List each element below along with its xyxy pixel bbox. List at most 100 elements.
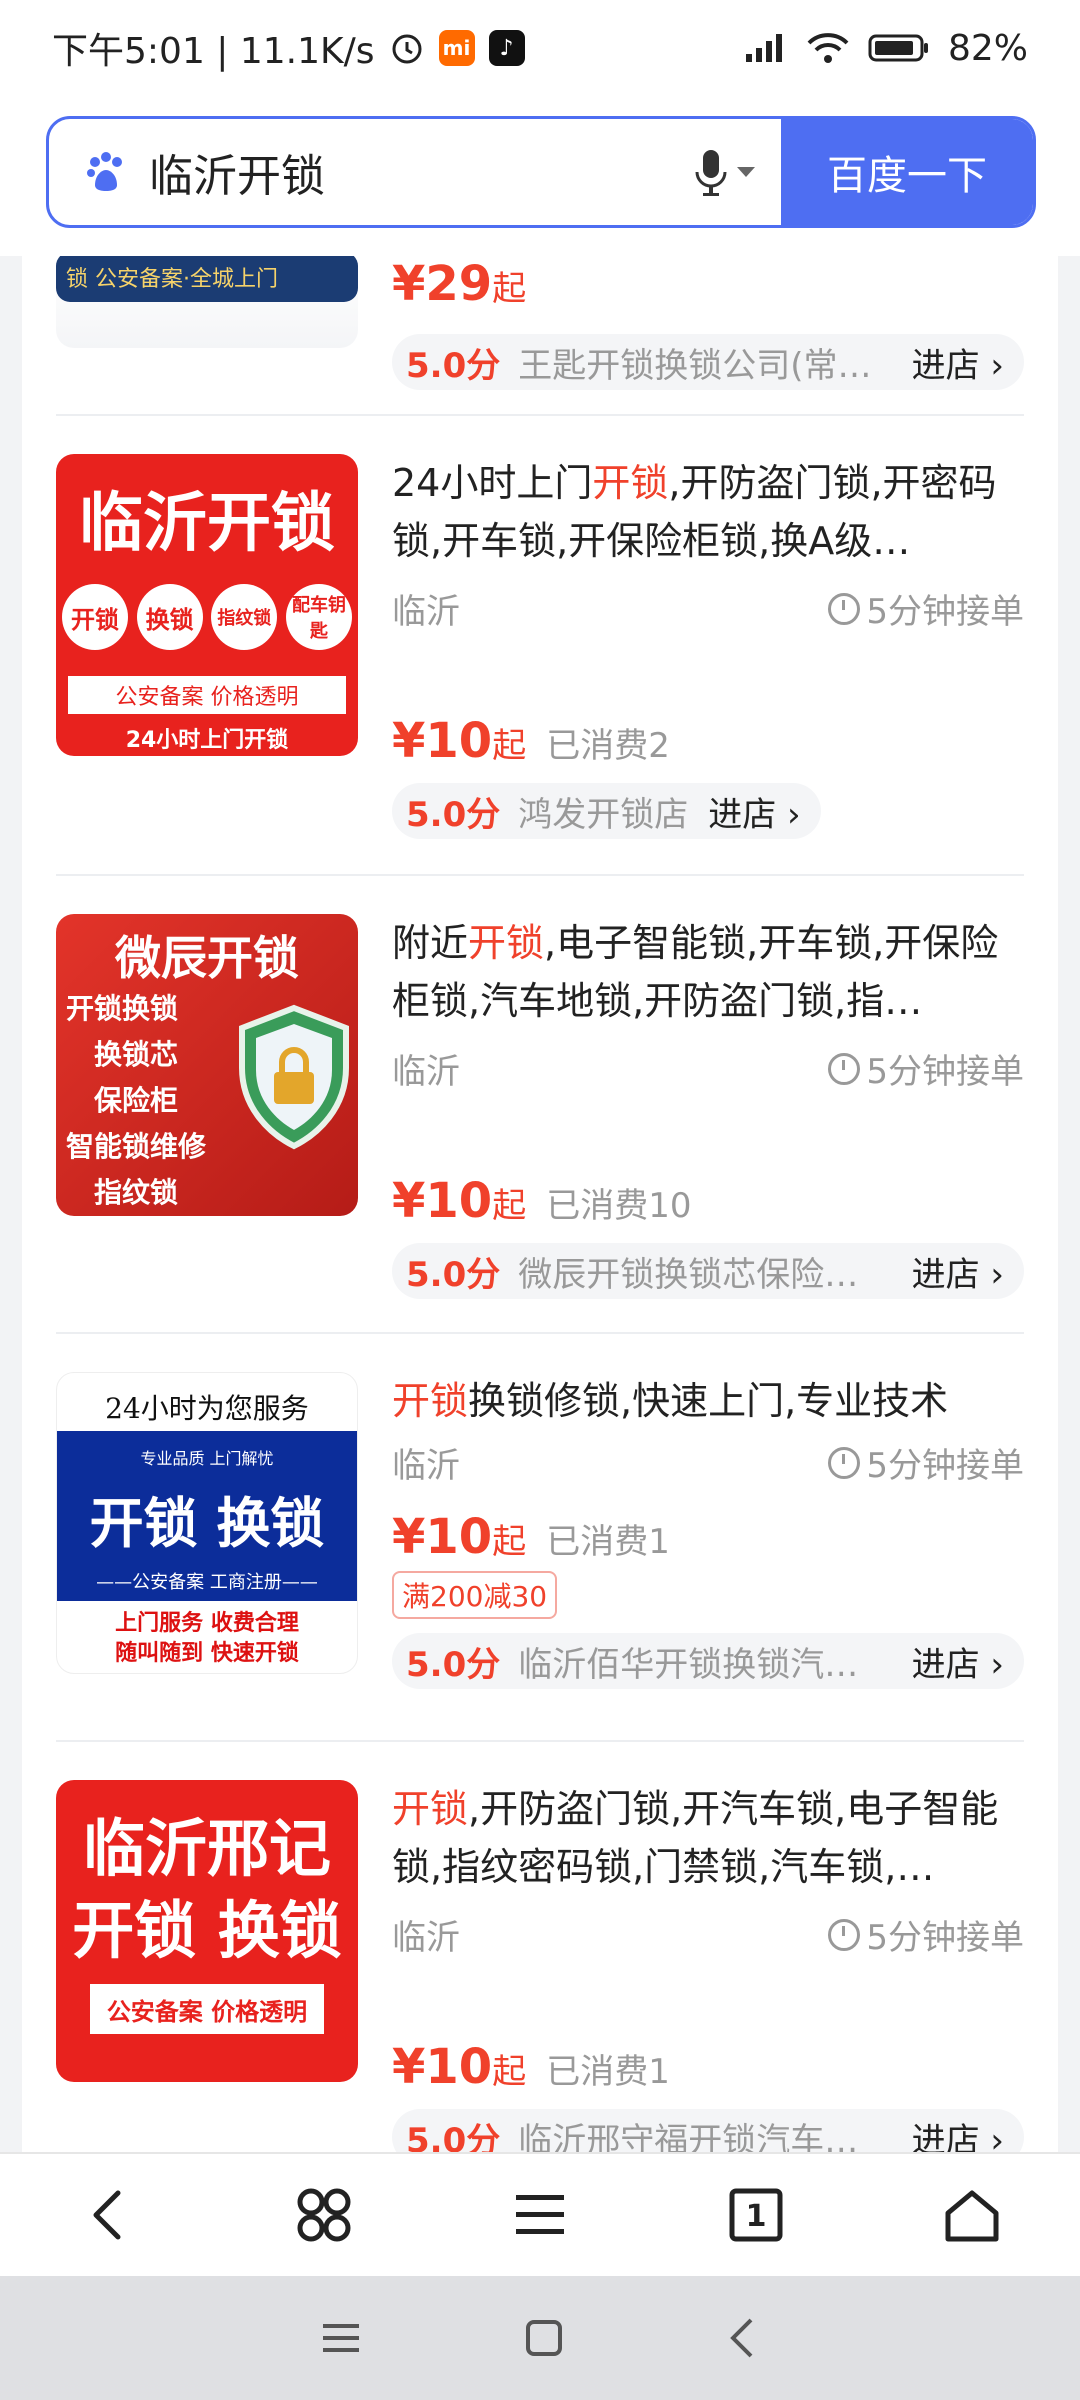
signal-icon [745,34,782,62]
thumbnail-footer: 24小时上门开锁 [125,728,289,753]
clock-icon [828,1446,861,1479]
thumbnail-circle: 配车钥匙 [285,584,352,650]
shield-lock-icon [239,1004,349,1150]
baidu-paw-icon [87,152,122,191]
shop-row[interactable]: 5.0分 临沂佰华开锁换锁汽… 进店 › [392,1633,1024,1689]
search-input[interactable]: 临沂开锁 [149,140,691,204]
thumbnail-title: 临沂开锁 [79,487,335,561]
shop-score: 5.0分 [406,794,501,835]
location-label: 临沂 [392,592,460,632]
eta-label: 5分钟接单 [828,1910,1024,1959]
thumbnail-line: 上门服务 收费合理 [115,1611,299,1636]
eta-label: 5分钟接单 [828,584,1024,633]
location-label: 临沂 [392,1052,460,1092]
home-button[interactable] [932,2175,1012,2255]
thumbnail-title: 临沂邢记 [82,1812,331,1885]
battery-level: 82% [947,27,1028,69]
shop-thumbnail: 临沂开锁 开锁 换锁 指纹锁 配车钥匙 公安备案 价格透明 24小时上门开锁 [56,454,358,756]
chevron-left-icon [93,2190,121,2240]
item-title[interactable]: 24小时上门开锁,开防盗门锁,开密码锁,开车锁,开保险柜锁,换A级… [392,454,1024,570]
eta-label: 5分钟接单 [828,1044,1024,1093]
location-label: 临沂 [392,1918,460,1958]
thumbnail-tag: 公安备案 价格透明 [68,676,346,714]
shop-score: 5.0分 [406,345,501,386]
shop-score: 5.0分 [406,2120,501,2153]
shop-row[interactable]: 5.0分 临沂邢守福开锁汽车… 进店 › [392,2109,1024,2152]
thumbnail-line: 随叫随到 快速开锁 [115,1641,299,1666]
browser-toolbar: 1 [0,2152,1080,2276]
item-title[interactable]: 附近开锁,电子智能锁,开车锁,开保险柜锁,汽车地锁,开防盗门锁,指… [392,914,1024,1030]
shop-row[interactable]: 5.0分 鸿发开锁店 进店 › [392,783,821,839]
thumbnail-banner: 锁 公安备案·全城上门 [56,256,358,302]
divider [56,1740,1024,1742]
list-item[interactable]: 微辰开锁 开锁换锁 换锁芯 保险柜 智能锁维修 指纹锁 附近开锁,电子智能锁,开… [56,914,1024,1314]
divider [56,414,1024,416]
tabs-button[interactable]: 1 [716,2175,796,2255]
price: ¥29起 [392,256,527,312]
price: ¥10起 [392,1509,527,1565]
price: ¥10起 [392,713,527,769]
back-button[interactable] [68,2175,148,2255]
shop-name: 临沂邢守福开锁汽车… [518,2120,859,2153]
tiktok-icon: ♪ [488,30,525,66]
shop-name: 微辰开锁换锁芯保险… [518,1254,859,1295]
clock-icon [828,592,861,625]
command-icon [297,2188,351,2242]
thumbnail-line: 换锁芯 [94,1038,179,1071]
shop-score: 5.0分 [406,1254,501,1295]
home-square-icon[interactable] [524,2318,564,2358]
results-list: 锁 公安备案·全城上门 ¥29起 5.0分 王匙开锁换锁公司(常… 进店 › 临… [22,256,1058,2152]
mi-app-icon: mi [438,30,475,66]
apps-button[interactable] [284,2175,364,2255]
tabs-count-icon: 1 [729,2188,783,2242]
price: ¥10起 [392,1173,527,1229]
microphone-icon[interactable] [691,144,731,200]
search-box: 临沂开锁 百度一下 [46,116,1036,228]
sold-count: 已消费1 [546,1522,670,1562]
thumbnail-tag: 公安备案 价格透明 [90,1984,324,2034]
item-title[interactable]: 开锁,开防盗门锁,开汽车锁,电子智能锁,指纹密码锁,门禁锁,汽车锁,… [392,1780,1024,1896]
sold-count: 已消费2 [546,726,670,766]
coupon-badge: 满200减30 [392,1571,558,1619]
thumbnail-title: 微辰开锁 [115,931,299,985]
shop-row[interactable]: 5.0分 王匙开锁换锁公司(常… 进店 › [392,334,1024,390]
list-item[interactable]: 锁 公安备案·全城上门 ¥29起 5.0分 王匙开锁换锁公司(常… 进店 › [56,256,1024,416]
eta-label: 5分钟接单 [828,1438,1024,1487]
thumbnail-top: 24小时为您服务 [105,1392,309,1425]
clock-icon [828,1052,861,1085]
thumbnail-line: 保险柜 [94,1084,179,1117]
enter-shop-button[interactable]: 进店 › [912,1637,1004,1686]
list-item[interactable]: 24小时为您服务 专业品质 上门解忧 开锁 换锁 ——公安备案 工商注册—— 上… [56,1372,1024,1752]
clock-icon [828,1918,861,1951]
list-item[interactable]: 临沂开锁 开锁 换锁 指纹锁 配车钥匙 公安备案 价格透明 24小时上门开锁 2… [56,454,1024,874]
shop-score: 5.0分 [406,1644,501,1685]
shop-name: 王匙开锁换锁公司(常… [518,345,872,386]
thumbnail-reg: ——公安备案 工商注册—— [96,1572,318,1593]
status-bar: 下午5:01 | 11.1K/s mi ♪ 82% [0,0,1080,96]
thumbnail-line: 开锁换锁 [66,992,179,1025]
item-title[interactable]: 开锁换锁修锁,快速上门,专业技术 [392,1372,1024,1430]
sold-count: 已消费1 [546,2052,670,2092]
enter-shop-button[interactable]: 进店 › [708,787,800,836]
shop-thumbnail: 临沂邢记 开锁 换锁 公安备案 价格透明 [56,1780,358,2082]
enter-shop-button[interactable]: 进店 › [912,1247,1004,1296]
price: ¥10起 [392,2039,527,2095]
wifi-icon [807,33,849,63]
home-icon [945,2190,999,2242]
recents-icon[interactable] [321,2320,361,2356]
shop-row[interactable]: 5.0分 微辰开锁换锁芯保险… 进店 › [392,1243,1024,1299]
search-button[interactable]: 百度一下 [781,119,1033,225]
status-time: 下午5:01 | 11.1K/s [52,31,375,72]
search-bar: 临沂开锁 百度一下 [0,96,1080,256]
enter-shop-button[interactable]: 进店 › [912,2113,1004,2153]
menu-button[interactable] [500,2175,580,2255]
alarm-icon [392,34,422,64]
enter-shop-button[interactable]: 进店 › [912,338,1004,387]
back-arrow-icon[interactable] [727,2316,759,2360]
chevron-down-icon[interactable] [737,167,755,177]
thumbnail-subtitle: 开锁 换锁 [72,1894,342,1967]
thumbnail-circles: 开锁 换锁 指纹锁 配车钥匙 [62,584,352,650]
list-item[interactable]: 临沂邢记 开锁 换锁 公安备案 价格透明 开锁,开防盗门锁,开汽车锁,电子智能锁… [56,1780,1024,2152]
thumbnail-line: 智能锁维修 [66,1130,207,1163]
shop-thumbnail: 锁 公安备案·全城上门 [56,256,358,348]
